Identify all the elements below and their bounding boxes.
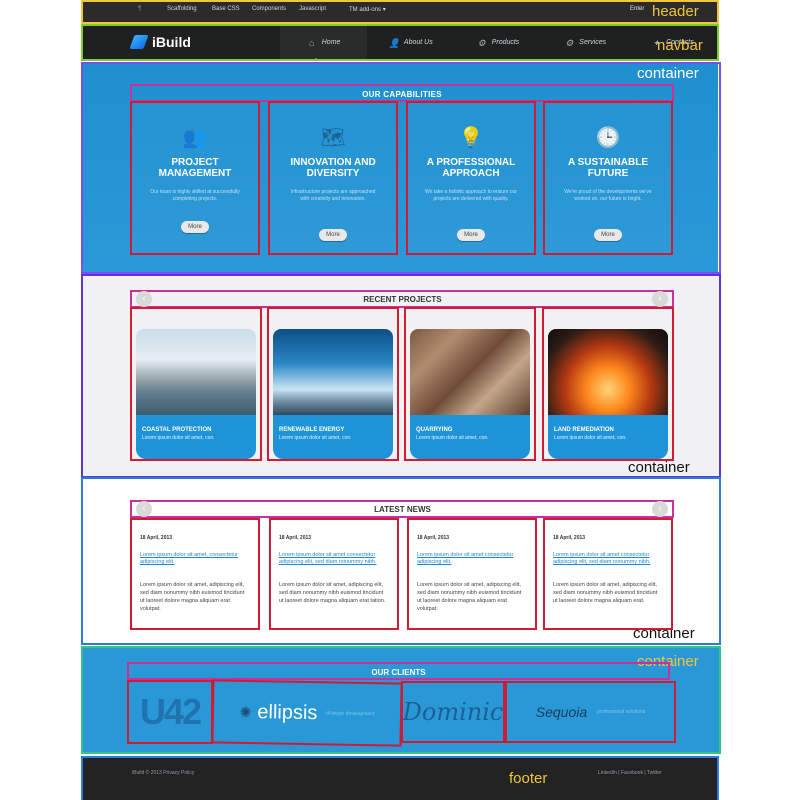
news-date: 18 April, 2013	[279, 535, 312, 541]
news-link[interactable]: Lorem ipsum dolor sit amet consectetur a…	[279, 552, 389, 566]
client-logo-text: U42	[139, 691, 202, 732]
client-logo-subtext: professional solutions	[597, 709, 646, 715]
news-link[interactable]: Lorem ipsum dolor sit amet consectetur a…	[417, 552, 527, 566]
navbar-outline	[81, 24, 719, 61]
more-button[interactable]: More	[594, 229, 622, 241]
news-card: 18 April, 2013 Lorem ipsum dolor sit ame…	[130, 518, 260, 630]
news-date: 18 April, 2013	[553, 535, 586, 541]
team-icon: 👥	[182, 127, 208, 149]
project-title: COASTAL PROTECTION	[142, 427, 212, 433]
project-image	[136, 329, 256, 415]
map-icon: 🗺	[320, 127, 346, 149]
news-text: Lorem ipsum dolor sit amet, adipiscing e…	[140, 582, 245, 612]
capability-title: PROJECT MANAGEMENT	[158, 157, 232, 179]
project-text: Lorem ipsum dolor sit amet, con.	[554, 435, 627, 441]
capability-text: Infrastructure projects are approached w…	[290, 189, 376, 202]
project-text: Lorem ipsum dolor sit amet, con.	[416, 435, 489, 441]
client-logo-text: Sequoia	[535, 704, 588, 720]
news-text: Lorem ipsum dolor sit amet, adipiscing e…	[417, 582, 522, 612]
section-tag-navbar: navbar	[657, 37, 703, 54]
section-tag-header: header	[652, 3, 699, 20]
news-text: Lorem ipsum dolor sit amet, adipiscing e…	[553, 582, 658, 604]
capability-title: A SUSTAINABLE FUTURE	[568, 157, 648, 179]
footer-left-text: iBuild © 2013 Privacy Policy	[132, 770, 195, 776]
client-logo[interactable]: ✺ ellipsis strategic development	[211, 679, 403, 747]
capability-card: 👥 PROJECT MANAGEMENT Our team is highly …	[130, 101, 260, 255]
section-tag-footer: footer	[509, 770, 548, 787]
client-logo[interactable]: Sequoia professional solutions	[505, 681, 676, 743]
sun-icon: ✺	[239, 703, 252, 720]
project-text: Lorem ipsum dolor sit amet, con.	[142, 435, 215, 441]
prev-arrow-button[interactable]: ‹	[136, 291, 152, 307]
news-link[interactable]: Lorem ipsum dolor sit amet, consectetur …	[140, 552, 250, 566]
client-logo-text: Dominic	[402, 698, 504, 726]
more-button[interactable]: More	[181, 221, 209, 233]
section-tag-container: container	[628, 459, 690, 476]
next-arrow-button[interactable]: ›	[652, 501, 668, 517]
news-title: LATEST NEWS	[374, 504, 431, 514]
news-card: 18 April, 2013 Lorem ipsum dolor sit ame…	[543, 518, 673, 630]
section-tag-container: container	[637, 65, 699, 82]
news-card: 18 April, 2013 Lorem ipsum dolor sit ame…	[407, 518, 537, 630]
client-logo[interactable]: U42	[127, 680, 213, 744]
more-button[interactable]: More	[457, 229, 485, 241]
project-image	[410, 329, 530, 415]
capability-text: We're proud of the developments we've wo…	[564, 189, 652, 202]
lightbulb-icon: 💡	[458, 127, 484, 149]
project-title: LAND REMEDIATION	[554, 427, 614, 433]
capability-title: A PROFESSIONAL APPROACH	[426, 157, 516, 179]
news-link[interactable]: Lorem ipsum dolor sit amet consectetur a…	[553, 552, 663, 566]
clock-icon: 🕒	[595, 127, 621, 149]
project-text: Lorem ipsum dolor sit amet, con.	[279, 435, 352, 441]
clients-title: OUR CLIENTS	[371, 667, 426, 677]
capability-title: INNOVATION AND DIVERSITY	[290, 157, 376, 179]
project-image	[548, 329, 668, 415]
capability-card: 🕒 A SUSTAINABLE FUTURE We're proud of th…	[543, 101, 673, 255]
prev-arrow-button[interactable]: ‹	[136, 501, 152, 517]
client-logo-subtext: strategic development	[325, 710, 375, 718]
capabilities-title: OUR CAPABILITIES	[362, 89, 442, 99]
projects-title: RECENT PROJECTS	[363, 294, 442, 304]
footer-outline	[81, 756, 719, 800]
client-logo-text: ellipsis	[257, 700, 318, 724]
capability-card: 🗺 INNOVATION AND DIVERSITY Infrastructur…	[268, 101, 398, 255]
news-date: 18 April, 2013	[140, 535, 173, 541]
footer-social-links[interactable]: LinkedIn | Facebook | Twitter	[598, 770, 662, 776]
more-button[interactable]: More	[319, 229, 347, 241]
project-title: QUARRYING	[416, 427, 453, 433]
project-card[interactable]: RENEWABLE ENERGY Lorem ipsum dolor sit a…	[267, 307, 399, 461]
capability-card: 💡 A PROFESSIONAL APPROACH We take a holi…	[406, 101, 536, 255]
project-image	[273, 329, 393, 415]
capability-text: Our team is highly skilled at successful…	[150, 189, 240, 202]
project-title: RENEWABLE ENERGY	[279, 427, 345, 433]
news-date: 18 April, 2013	[417, 535, 450, 541]
client-logo[interactable]: Dominic	[401, 681, 505, 743]
project-card[interactable]: LAND REMEDIATION Lorem ipsum dolor sit a…	[542, 307, 674, 461]
news-text: Lorem ipsum dolor sit amet, adipiscing e…	[279, 582, 386, 604]
capability-text: We take a holistic approach to ensure ou…	[424, 189, 518, 202]
project-card[interactable]: QUARRYING Lorem ipsum dolor sit amet, co…	[404, 307, 536, 461]
project-card[interactable]: COASTAL PROTECTION Lorem ipsum dolor sit…	[130, 307, 262, 461]
header-outline	[81, 0, 719, 24]
news-card: 18 April, 2013 Lorem ipsum dolor sit ame…	[269, 518, 399, 630]
next-arrow-button[interactable]: ›	[652, 291, 668, 307]
